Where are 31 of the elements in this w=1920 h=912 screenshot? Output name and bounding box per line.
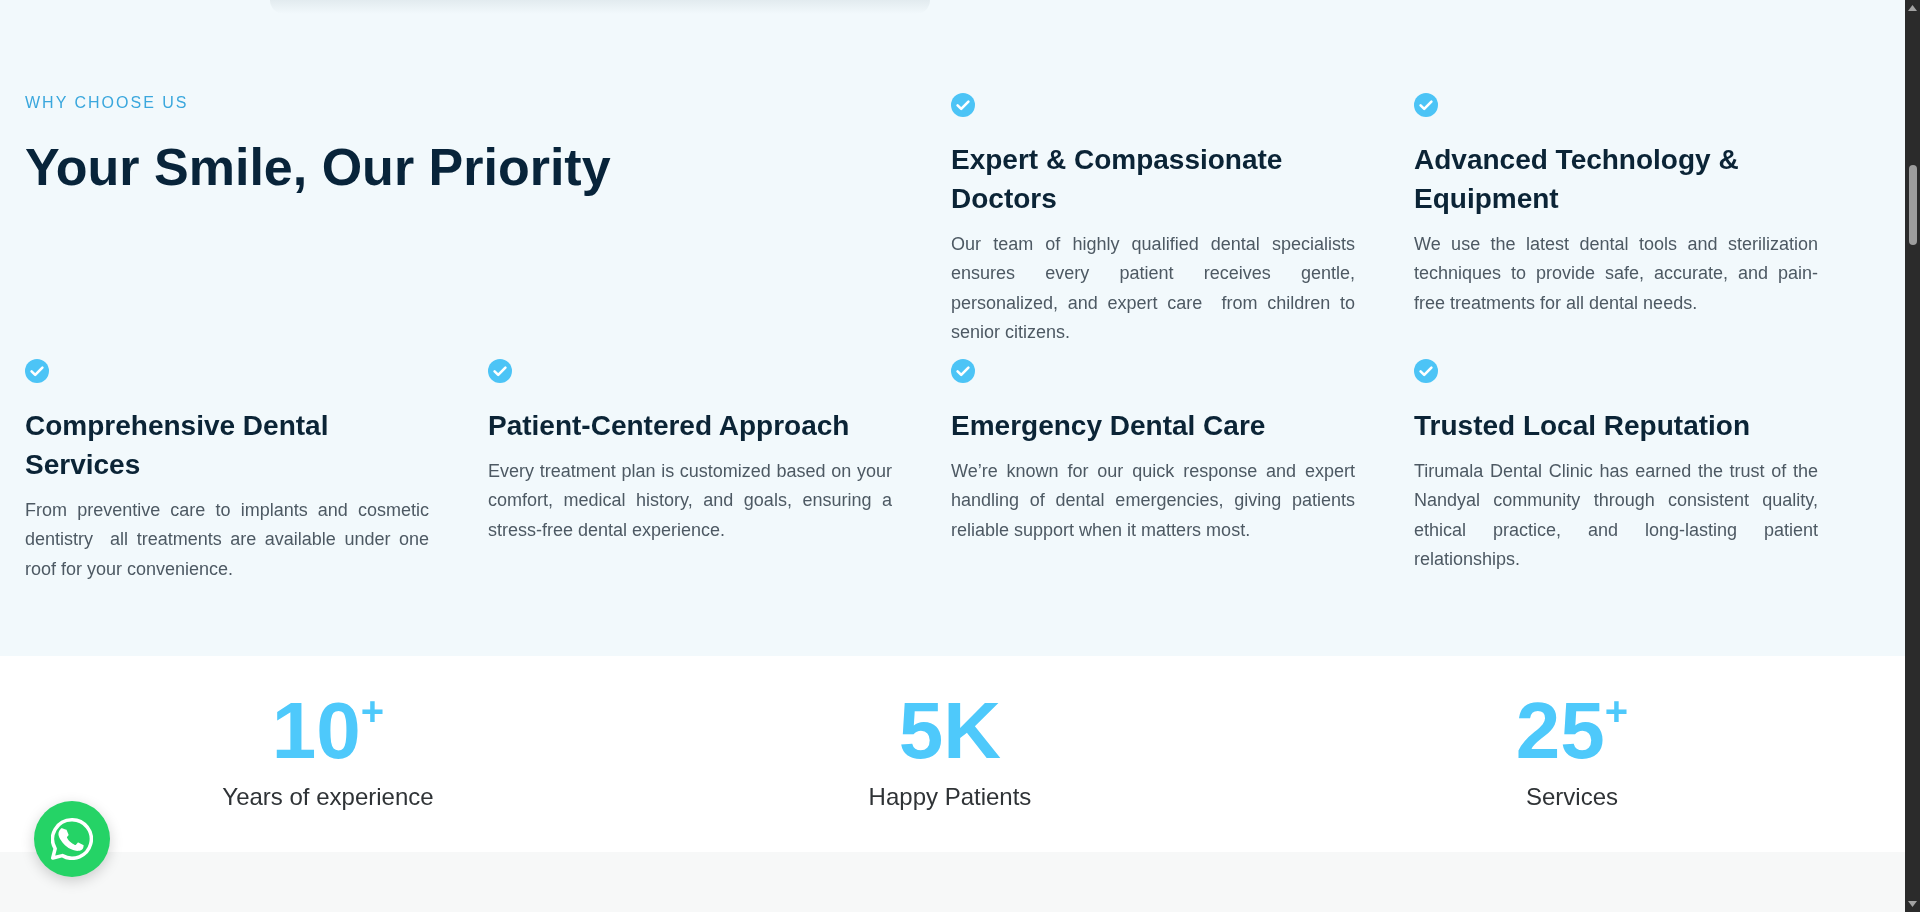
stat-label: Happy Patients	[868, 782, 1032, 812]
check-circle-icon	[1414, 93, 1438, 117]
section-eyebrow: WHY CHOOSE US	[25, 93, 189, 113]
check-circle-icon	[488, 359, 512, 383]
scrollbar-thumb[interactable]	[1908, 165, 1917, 245]
stat-number: 5K	[898, 691, 1002, 771]
phone-bubble-icon	[51, 818, 93, 860]
feature-title: Patient-Centered Approach	[488, 409, 851, 443]
feature-description: Every treatment plan is customized based on your comfort, medical history, and goals, ensuring a stress-free dental experience.	[488, 460, 892, 542]
scroll-up-icon[interactable]	[1908, 5, 1917, 11]
stat-number: 25$^{+}$	[1515, 691, 1629, 771]
check-circle-icon	[951, 359, 975, 383]
feature-title: Advanced Technology & Equipment	[1414, 143, 1740, 216]
scrollbar-track[interactable]	[1905, 0, 1920, 912]
feature-title: Comprehensive Dental Services	[25, 409, 330, 482]
check-circle-icon	[1414, 359, 1438, 383]
section-heading: Your Smile, Our Priority	[25, 137, 612, 198]
feature-title: Expert & Compassionate Doctors	[951, 143, 1284, 216]
feature-description: We’re known for our quick response and expert handling of dental emergencies, giving patients reliable support when it matters most.	[951, 460, 1355, 542]
feature-title: Emergency Dental Care	[951, 409, 1267, 443]
scroll-down-icon[interactable]	[1908, 901, 1917, 907]
stat-number: 10$^{+}$	[271, 691, 385, 771]
feature-title: Trusted Local Reputation	[1414, 409, 1752, 443]
feature-description: Tirumala Dental Clinic has earned the trust of the Nandyal community through consistent quality, ethical practice, and long-lasting patient relationships.	[1414, 460, 1818, 572]
stat-label: Years of experience	[222, 782, 434, 812]
feature-description: Our team of highly qualified dental specialists ensures every patient receives gentle, personalized, and expert care from children to senior citizens.	[951, 233, 1355, 345]
feature-description: We use the latest dental tools and sterilization techniques to provide safe, accurate, and pain-free treatments for all dental needs.	[1414, 233, 1818, 315]
feature-description: From preventive care to implants and cosmetic dentistry all treatments are available under one roof for your convenience.	[25, 499, 429, 581]
stat-label: Services	[1526, 782, 1618, 812]
check-circle-icon	[951, 93, 975, 117]
check-circle-icon	[25, 359, 49, 383]
